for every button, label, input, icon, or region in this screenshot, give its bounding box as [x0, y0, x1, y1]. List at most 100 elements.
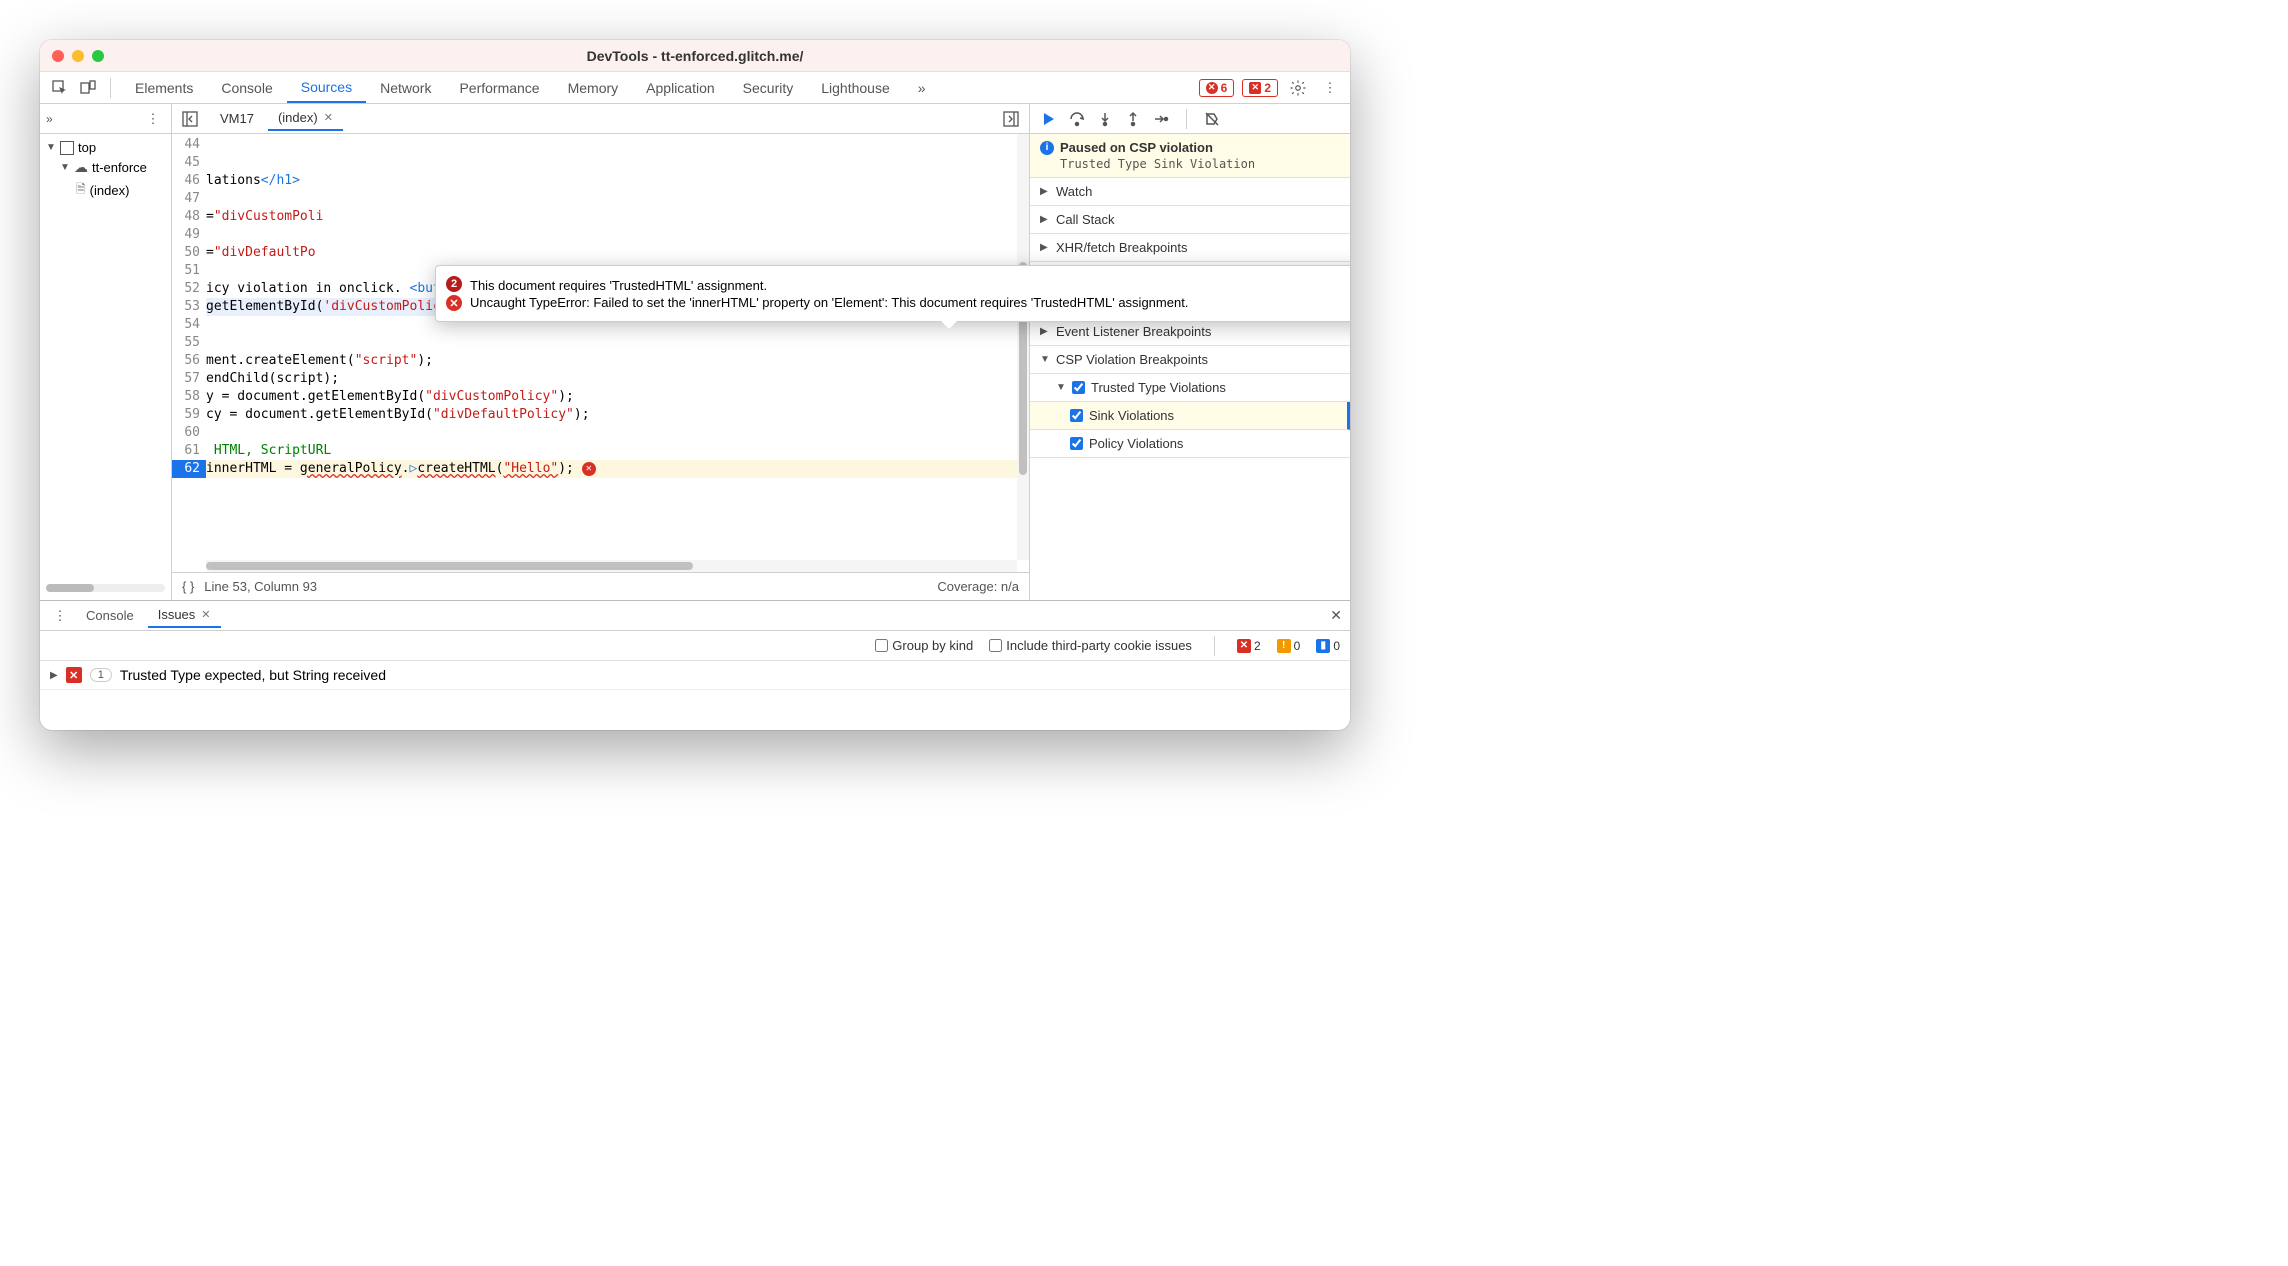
csp-sink-violations[interactable]: Sink Violations	[1030, 402, 1350, 430]
more-icon[interactable]: ⋮	[1318, 76, 1342, 100]
drawer-tab-console[interactable]: Console	[76, 604, 144, 627]
expand-icon: ▶	[50, 670, 58, 681]
csp-trusted-type-violations[interactable]: ▼Trusted Type Violations	[1030, 374, 1350, 402]
pretty-print-icon[interactable]: { }	[182, 579, 194, 594]
tooltip-message-1: This document requires 'TrustedHTML' ass…	[470, 278, 767, 293]
section-label: Watch	[1056, 184, 1092, 199]
tab-console[interactable]: Console	[207, 72, 286, 103]
inline-error-icon[interactable]: ✕	[582, 462, 596, 476]
frame-label: top	[78, 140, 96, 155]
step-out-button[interactable]	[1124, 110, 1142, 128]
tree-file-index[interactable]: 🗎 (index)	[40, 178, 171, 203]
tree-origin[interactable]: ▼ ☁ tt-enforce	[40, 157, 171, 178]
tab-network[interactable]: Network	[366, 72, 445, 103]
error-icon: ✕	[1237, 639, 1251, 653]
coverage-status: Coverage: n/a	[937, 579, 1019, 594]
error-icon: ✕	[446, 295, 462, 311]
toggle-navigator-icon[interactable]	[178, 107, 202, 131]
tab-memory[interactable]: Memory	[554, 72, 633, 103]
scrollbar-thumb[interactable]	[206, 562, 693, 570]
trusted-type-checkbox[interactable]	[1072, 381, 1085, 394]
error-tooltip: 2 This document requires 'TrustedHTML' a…	[435, 265, 1350, 322]
section-label: Event Listener Breakpoints	[1056, 324, 1211, 339]
tab-performance[interactable]: Performance	[445, 72, 553, 103]
tab-label: Issues	[158, 607, 196, 622]
issue-count: 2	[1264, 81, 1271, 95]
inspect-element-icon[interactable]	[48, 76, 72, 100]
checkbox-label: Group by kind	[892, 638, 973, 653]
navigator-more-icon[interactable]: ⋮	[141, 107, 165, 131]
editor-tab-index[interactable]: (index) ✕	[268, 106, 343, 131]
third-party-checkbox[interactable]: Include third-party cookie issues	[989, 638, 1192, 653]
navigator-toolbar: » ⋮	[40, 104, 171, 134]
section-event-listener-breakpoints[interactable]: ▶Event Listener Breakpoints	[1030, 318, 1350, 346]
section-callstack[interactable]: ▶Call Stack	[1030, 206, 1350, 234]
section-label: Policy Violations	[1089, 436, 1183, 451]
group-by-kind-checkbox[interactable]: Group by kind	[875, 638, 973, 653]
drawer-tab-issues[interactable]: Issues ✕	[148, 603, 221, 628]
step-into-button[interactable]	[1096, 110, 1114, 128]
issue-row[interactable]: ▶ ✕ 1 Trusted Type expected, but String …	[40, 661, 1350, 690]
error-icon: ✕	[1206, 82, 1218, 94]
tab-label: (index)	[278, 110, 318, 125]
tab-overflow[interactable]: »	[904, 72, 940, 103]
tab-security[interactable]: Security	[729, 72, 808, 103]
error-count-badge[interactable]: ✕ 6	[1199, 79, 1235, 97]
info-issues-count[interactable]: ▮0	[1316, 639, 1340, 653]
warning-icon: !	[1277, 639, 1291, 653]
drawer: ⋮ Console Issues ✕ ✕ Group by kind Inclu…	[40, 600, 1350, 730]
sink-violations-checkbox[interactable]	[1070, 409, 1083, 422]
section-label: XHR/fetch Breakpoints	[1056, 240, 1188, 255]
issue-count-badge[interactable]: ✕ 2	[1242, 79, 1278, 97]
tab-sources[interactable]: Sources	[287, 72, 366, 103]
scrollbar-thumb[interactable]	[46, 584, 94, 592]
close-tab-icon[interactable]: ✕	[324, 111, 333, 124]
vertical-scrollbar[interactable]	[1017, 134, 1029, 560]
tooltip-message-2: Uncaught TypeError: Failed to set the 'i…	[470, 295, 1188, 310]
toggle-debugger-icon[interactable]	[999, 107, 1023, 131]
code-editor[interactable]: 44454647484950515253545556575859606162 l…	[172, 134, 1029, 572]
policy-violations-checkbox[interactable]	[1070, 437, 1083, 450]
main-area: » ⋮ ▼ top ▼ ☁ tt-enforce 🗎 (index)	[40, 104, 1350, 600]
editor-tabs: VM17 (index) ✕	[172, 104, 1029, 134]
section-label: CSP Violation Breakpoints	[1056, 352, 1208, 367]
tab-elements[interactable]: Elements	[121, 72, 207, 103]
step-button[interactable]	[1152, 110, 1170, 128]
toolbar-right: ✕ 6 ✕ 2 ⋮	[1199, 76, 1342, 100]
tab-label: VM17	[220, 111, 254, 126]
section-watch[interactable]: ▶Watch	[1030, 178, 1350, 206]
drawer-more-icon[interactable]: ⋮	[48, 604, 72, 628]
deactivate-breakpoints-button[interactable]	[1203, 110, 1221, 128]
section-csp-violation-breakpoints[interactable]: ▼CSP Violation Breakpoints	[1030, 346, 1350, 374]
resume-button[interactable]	[1040, 110, 1058, 128]
error-count-icon: 2	[446, 276, 462, 292]
separator	[1186, 109, 1187, 129]
horizontal-scrollbar[interactable]	[206, 560, 1017, 572]
cursor-position: Line 53, Column 93	[204, 579, 317, 594]
step-over-button[interactable]	[1068, 110, 1086, 128]
navigator-scrollbar[interactable]	[46, 584, 165, 592]
settings-icon[interactable]	[1286, 76, 1310, 100]
navigator-overflow[interactable]: »	[46, 112, 53, 126]
paused-title-text: Paused on CSP violation	[1060, 140, 1213, 155]
device-toolbar-icon[interactable]	[76, 76, 100, 100]
gutter: 44454647484950515253545556575859606162	[172, 134, 206, 572]
checkbox-label: Include third-party cookie issues	[1006, 638, 1192, 653]
close-tab-icon[interactable]: ✕	[201, 608, 210, 621]
tree-top-frame[interactable]: ▼ top	[40, 138, 171, 157]
devtools-window: DevTools - tt-enforced.glitch.me/ Elemen…	[40, 40, 1350, 730]
warning-issues-count[interactable]: !0	[1277, 639, 1301, 653]
drawer-close-icon[interactable]: ✕	[1330, 607, 1342, 624]
error-issues-count[interactable]: ✕2	[1237, 639, 1261, 653]
section-xhr-breakpoints[interactable]: ▶XHR/fetch Breakpoints	[1030, 234, 1350, 262]
section-label: Sink Violations	[1089, 408, 1174, 423]
main-toolbar: Elements Console Sources Network Perform…	[40, 72, 1350, 104]
tab-application[interactable]: Application	[632, 72, 729, 103]
file-label: (index)	[90, 183, 130, 198]
origin-label: tt-enforce	[92, 160, 147, 175]
csp-policy-violations[interactable]: Policy Violations	[1030, 430, 1350, 458]
editor-tab-vm17[interactable]: VM17	[210, 107, 264, 130]
tab-lighthouse[interactable]: Lighthouse	[807, 72, 904, 103]
paused-message: i Paused on CSP violation Trusted Type S…	[1030, 134, 1350, 178]
drawer-tabs: ⋮ Console Issues ✕ ✕	[40, 601, 1350, 631]
